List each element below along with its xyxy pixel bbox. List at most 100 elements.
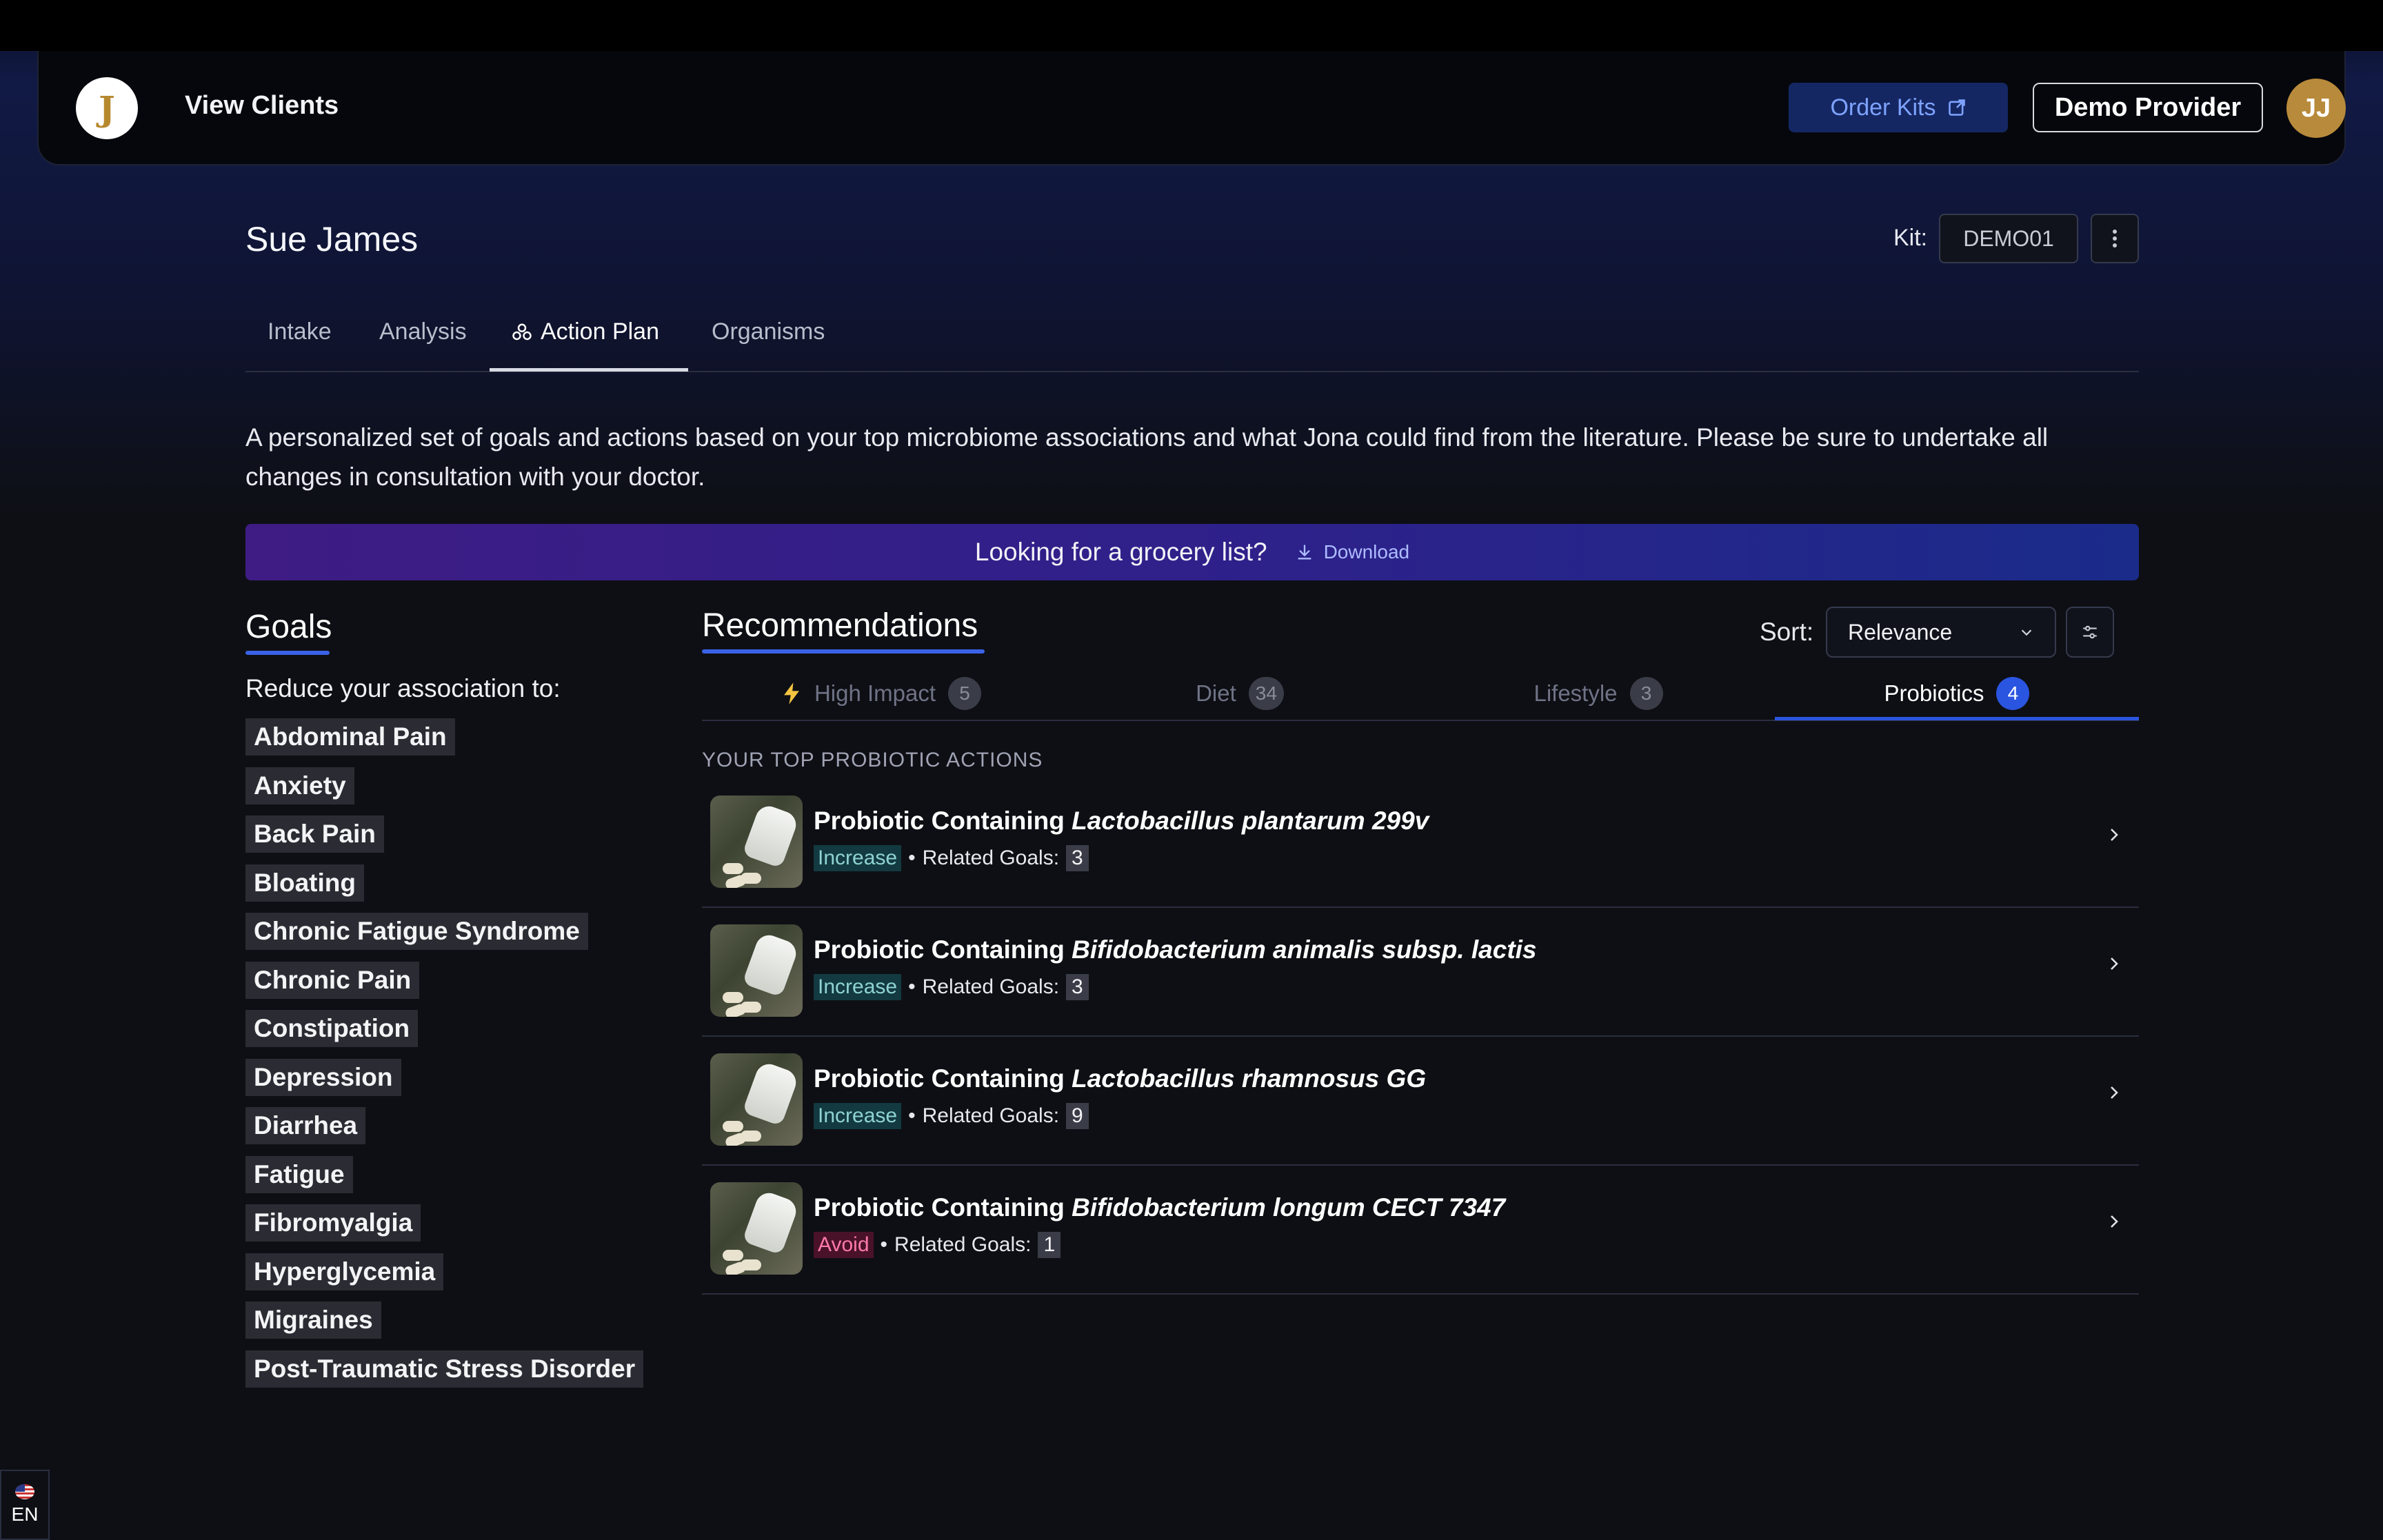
count-badge: 34: [1248, 677, 1284, 710]
subtab-probiotics[interactable]: Probiotics 4: [1778, 677, 2136, 710]
recommendation-title: Probiotic Containing Bifidobacterium lon…: [814, 1193, 1505, 1222]
tab-label: Organisms: [712, 318, 825, 345]
tab-analysis[interactable]: Analysis: [379, 318, 467, 345]
tab-label: Analysis: [379, 318, 467, 345]
tab-intake[interactable]: Intake: [268, 318, 332, 345]
tab-organisms[interactable]: Organisms: [712, 318, 825, 345]
recommendation-title: Probiotic Containing Lactobacillus plant…: [814, 807, 1429, 835]
goal-tag: Diarrhea: [245, 1107, 366, 1144]
app-header: J View Clients Order Kits Demo Provider …: [37, 51, 2346, 165]
tab-action-plan[interactable]: Action Plan: [512, 318, 659, 345]
subtab-high-impact[interactable]: High Impact 5: [702, 677, 1060, 710]
recommendation-item[interactable]: Probiotic Containing Lactobacillus plant…: [702, 779, 2139, 908]
download-label: Download: [1323, 541, 1410, 563]
app-root: J View Clients Order Kits Demo Provider …: [0, 0, 2383, 1540]
us-flag-icon: [15, 1484, 34, 1499]
recommendations-underline: [702, 649, 985, 654]
subtab-label: High Impact: [814, 680, 936, 706]
related-goals-label: Related Goals:: [894, 1233, 1032, 1256]
count-badge: 5: [948, 677, 982, 710]
logo[interactable]: J: [76, 77, 138, 139]
species-name: Bifidobacterium longum CECT 7347: [1072, 1193, 1506, 1222]
active-subtab-indicator: [1775, 717, 2139, 720]
count-badge: 3: [1629, 677, 1663, 710]
active-tab-indicator: [490, 368, 688, 372]
count-badge: 4: [1996, 677, 2030, 710]
more-options-button[interactable]: [2091, 214, 2139, 263]
avoid-tag: Avoid: [814, 1232, 874, 1258]
recommendation-title: Probiotic Containing Lactobacillus rhamn…: [814, 1064, 1426, 1093]
related-goals-label: Related Goals:: [922, 975, 1060, 998]
subtab-label: Diet: [1196, 680, 1236, 706]
goal-tag: Back Pain: [245, 815, 384, 853]
recommendation-item[interactable]: Probiotic Containing Bifidobacterium ani…: [702, 908, 2139, 1037]
goal-tag: Bloating: [245, 864, 364, 902]
sliders-icon: [2083, 625, 2097, 639]
related-goals-label: Related Goals:: [922, 847, 1060, 869]
title-prefix: Probiotic Containing: [814, 1193, 1072, 1222]
tab-label: Action Plan: [541, 318, 659, 345]
order-kits-label: Order Kits: [1830, 94, 1936, 121]
recommendations-title: Recommendations: [702, 607, 978, 644]
sort-value: Relevance: [1848, 619, 1953, 645]
order-kits-button[interactable]: Order Kits: [1789, 83, 2008, 132]
goal-tag: Fatigue: [245, 1155, 353, 1193]
recommendation-item[interactable]: Probiotic Containing Bifidobacterium lon…: [702, 1166, 2139, 1295]
provider-button[interactable]: Demo Provider: [2033, 83, 2263, 132]
recommendation-title: Probiotic Containing Bifidobacterium ani…: [814, 935, 1537, 964]
subtab-diet[interactable]: Diet 34: [1060, 677, 1419, 710]
recommendation-meta: Increase • Related Goals: 3: [814, 845, 1089, 871]
sort-select[interactable]: Relevance: [1826, 607, 2056, 658]
related-goals-count: 1: [1038, 1232, 1061, 1258]
probiotic-thumbnail: [710, 924, 803, 1017]
grocery-banner: Looking for a grocery list? Download: [245, 524, 2139, 580]
sort-label: Sort:: [1760, 618, 1814, 646]
recommendation-meta: Avoid • Related Goals: 1: [814, 1232, 1061, 1258]
title-prefix: Probiotic Containing: [814, 1064, 1072, 1093]
kebab-icon: [2113, 230, 2117, 247]
goal-tag: Post-Traumatic Stress Disorder: [245, 1350, 644, 1388]
probiotic-thumbnail: [710, 1182, 803, 1275]
related-goals-count: 3: [1066, 845, 1089, 871]
goal-tag: Constipation: [245, 1010, 419, 1047]
recommendation-meta: Increase • Related Goals: 9: [814, 1103, 1089, 1129]
goal-tag: Hyperglycemia: [245, 1253, 444, 1290]
download-button[interactable]: Download: [1295, 541, 1410, 563]
recommendation-list: Probiotic Containing Lactobacillus plant…: [702, 779, 2139, 1295]
goal-tag: Migraines: [245, 1301, 381, 1339]
download-icon: [1298, 545, 1311, 560]
view-clients-link[interactable]: View Clients: [185, 91, 339, 121]
bullet: •: [908, 847, 916, 869]
species-name: Lactobacillus rhamnosus GG: [1072, 1064, 1427, 1093]
related-goals-count: 3: [1066, 974, 1089, 1000]
bullet: •: [908, 1104, 916, 1127]
language-code: EN: [11, 1503, 39, 1525]
kit-select[interactable]: DEMO01: [1939, 214, 2078, 263]
chevron-right-icon: [2111, 1086, 2118, 1099]
species-name: Lactobacillus plantarum 299v: [1072, 807, 1429, 835]
subtab-label: Probiotics: [1884, 680, 1984, 706]
kit-label: Kit:: [1893, 225, 1928, 251]
goal-tag: Abdominal Pain: [245, 718, 455, 756]
intro-text: A personalized set of goals and actions …: [245, 423, 2049, 491]
probiotic-thumbnail: [710, 796, 803, 888]
avatar[interactable]: JJ: [2286, 79, 2346, 138]
chevron-right-icon: [2111, 829, 2118, 841]
goal-list: Abdominal Pain Anxiety Back Pain Bloatin…: [245, 718, 694, 1399]
title-prefix: Probiotic Containing: [814, 807, 1072, 835]
title-prefix: Probiotic Containing: [814, 935, 1072, 964]
goal-tag: Depression: [245, 1058, 401, 1096]
top-strip: [0, 0, 2383, 51]
recommendation-item[interactable]: Probiotic Containing Lactobacillus rhamn…: [702, 1037, 2139, 1166]
goal-tag: Chronic Fatigue Syndrome: [245, 913, 588, 950]
chevron-down-icon: [2021, 629, 2032, 636]
related-goals-label: Related Goals:: [922, 1104, 1060, 1127]
subtab-lifestyle[interactable]: Lifestyle 3: [1419, 677, 1778, 710]
external-link-icon: [1948, 99, 1965, 116]
language-switcher[interactable]: EN: [0, 1470, 50, 1540]
action-plan-icon: [512, 323, 532, 340]
goals-title: Goals: [245, 609, 332, 645]
filter-button[interactable]: [2066, 607, 2114, 658]
goal-tag: Fibromyalgia: [245, 1204, 421, 1242]
goals-subtitle: Reduce your association to:: [245, 674, 561, 702]
